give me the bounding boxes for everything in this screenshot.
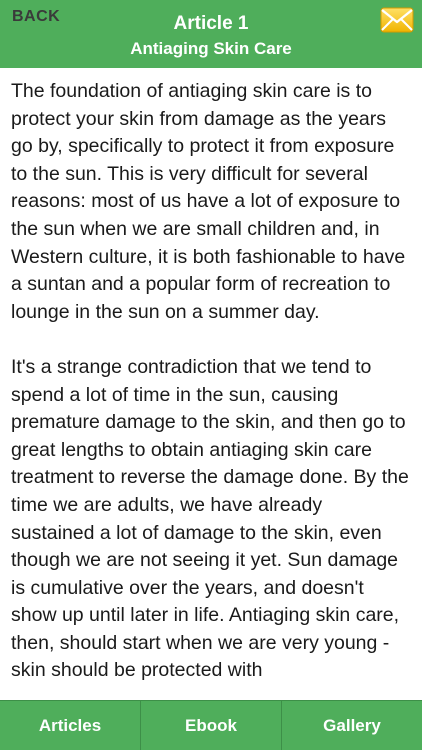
page-title: Article 1 (173, 13, 249, 34)
page-subtitle: Antiaging Skin Care (130, 39, 292, 58)
envelope-icon (380, 7, 414, 33)
header-titles: Article 1 Antiaging Skin Care (0, 12, 422, 61)
mail-button[interactable] (380, 7, 414, 33)
article-paragraph-2: It's a strange contradiction that we ten… (11, 355, 409, 682)
top-navigation-bar: BACK Article 1 Antiaging Skin Care (0, 0, 422, 68)
tab-ebook[interactable]: Ebook (141, 701, 282, 750)
bottom-tab-bar: Articles Ebook Gallery (0, 700, 422, 750)
article-body[interactable]: The foundation of antiaging skin care is… (0, 68, 422, 700)
tab-gallery[interactable]: Gallery (282, 701, 422, 750)
tab-articles[interactable]: Articles (0, 701, 141, 750)
article-paragraph-1: The foundation of antiaging skin care is… (11, 80, 406, 323)
app-screen: BACK Article 1 Antiaging Skin Care The f… (0, 0, 422, 750)
